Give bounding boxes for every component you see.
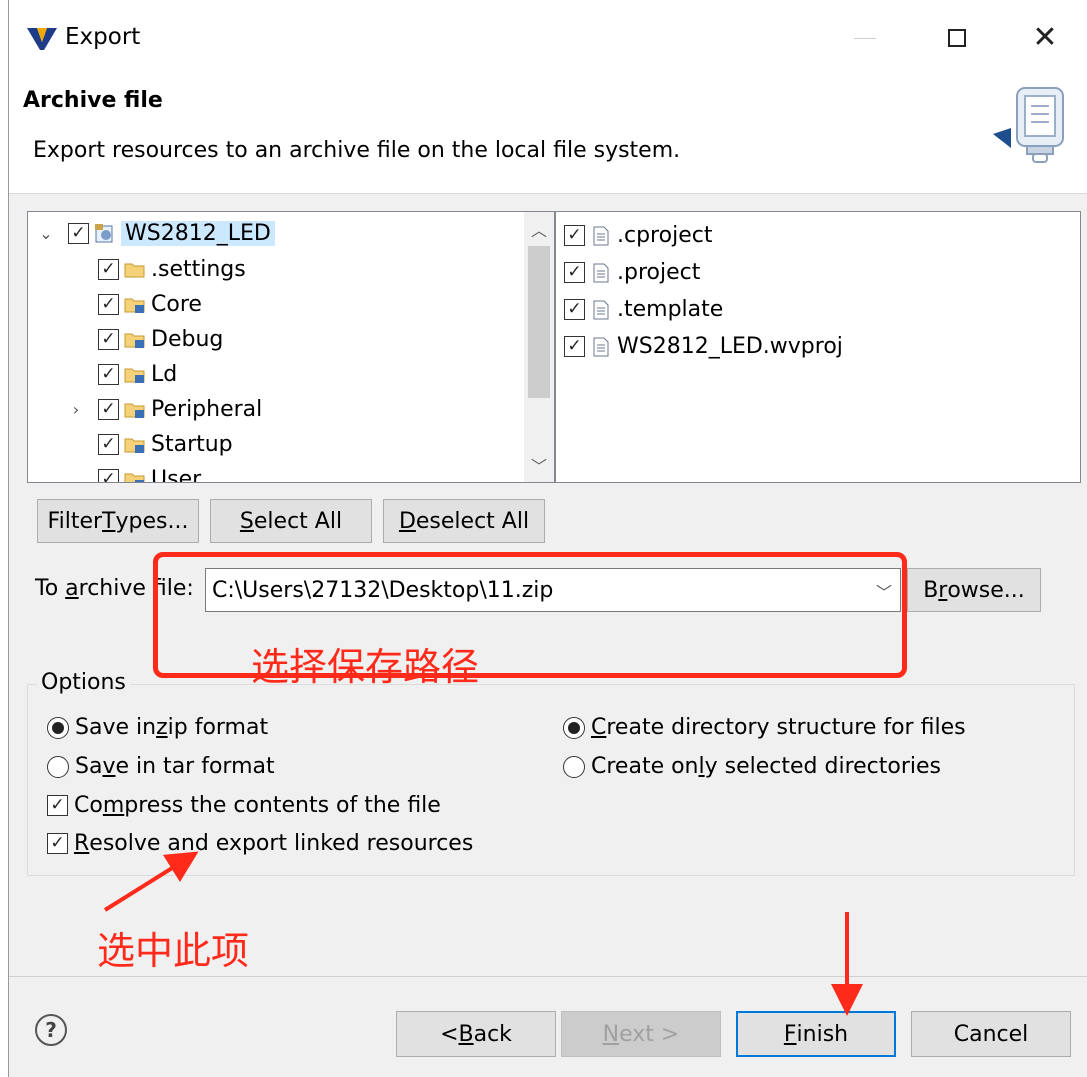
file-label: .cproject (617, 223, 713, 248)
tree-checkbox[interactable]: ✓ (98, 294, 119, 315)
chevron-right-icon[interactable]: › (66, 400, 86, 419)
linked-folder-icon (123, 399, 147, 421)
file-item[interactable]: ✓ .cproject (564, 218, 712, 253)
file-item[interactable]: ✓ .template (564, 292, 723, 327)
footer-separator (9, 976, 1087, 977)
tree-checkbox[interactable]: ✓ (98, 434, 119, 455)
scroll-up-icon[interactable]: ︿ (524, 214, 554, 244)
file-label: WS2812_LED.wvproj (617, 334, 843, 359)
minimize-icon (854, 37, 876, 39)
linked-folder-icon (123, 329, 147, 351)
project-icon (93, 223, 117, 245)
file-checkbox[interactable]: ✓ (564, 225, 585, 246)
finish-button[interactable]: Finish (736, 1011, 896, 1057)
select-all-button[interactable]: Select All (210, 499, 372, 543)
wizard-banner: Archive file Export resources to an arch… (9, 74, 1087, 194)
maximize-button[interactable] (937, 20, 977, 56)
tree-label: Startup (151, 432, 233, 457)
scroll-thumb[interactable] (528, 246, 550, 398)
folder-icon (123, 259, 147, 281)
linked-folder-icon (123, 294, 147, 316)
tree-checkbox[interactable]: ✓ (98, 259, 119, 280)
export-dialog: Export ✕ Archive file Export resources t… (8, 0, 1087, 1077)
file-label: .project (617, 260, 701, 285)
scroll-down-icon[interactable]: ﹀ (524, 450, 554, 480)
tree-item[interactable]: ✓ Core (98, 287, 202, 322)
create-structure-radio[interactable]: Create directory structure for files (563, 715, 966, 740)
app-logo-icon (27, 28, 57, 50)
tree-checkbox[interactable]: ✓ (98, 329, 119, 350)
page-title: Archive file (23, 88, 163, 113)
browse-button[interactable]: Br owse... (907, 568, 1041, 612)
tree-checkbox[interactable]: ✓ (68, 223, 89, 244)
file-list[interactable]: ✓ .cproject ✓ .project ✓ .template ✓ WS2… (555, 211, 1081, 483)
next-button[interactable]: Next > (561, 1011, 721, 1057)
tree-checkbox[interactable]: ✓ (98, 469, 119, 482)
minimize-button[interactable] (845, 20, 885, 56)
tree-checkbox[interactable]: ✓ (98, 364, 119, 385)
tree-label: WS2812_LED (121, 221, 275, 246)
close-button[interactable]: ✕ (1025, 20, 1065, 56)
tree-item[interactable]: ✓ Startup (98, 427, 233, 462)
tree-label: Core (151, 292, 202, 317)
file-checkbox[interactable]: ✓ (564, 299, 585, 320)
save-tar-radio[interactable]: Sa v e in tar format (47, 754, 275, 779)
linked-folder-icon (123, 364, 147, 386)
file-checkbox[interactable]: ✓ (564, 262, 585, 283)
compress-checkbox[interactable]: ✓ Co m press the contents of the file (47, 793, 441, 818)
tree-label: Peripheral (151, 397, 263, 422)
back-button[interactable]: < Back (396, 1011, 556, 1057)
title-bar: Export ✕ (9, 0, 1087, 74)
deselect-all-button[interactable]: Deselect All (383, 499, 545, 543)
select-option-annotation: 选中此项 (97, 929, 250, 973)
tree-item[interactable]: ✓ .settings (98, 252, 246, 287)
file-icon (589, 299, 613, 321)
resolve-linked-checkbox[interactable]: ✓ Resolve and export linked resources (47, 831, 473, 856)
radio-unselected-icon[interactable] (47, 755, 69, 778)
file-icon (589, 262, 613, 284)
file-checkbox[interactable]: ✓ (564, 336, 585, 357)
maximize-icon (948, 29, 966, 47)
radio-selected-icon[interactable] (563, 716, 585, 739)
cancel-button[interactable]: Cancel (911, 1011, 1071, 1057)
radio-unselected-icon[interactable] (563, 755, 585, 778)
file-label: .template (617, 297, 724, 322)
tree-item[interactable]: ✓ Debug (98, 322, 223, 357)
file-item[interactable]: ✓ WS2812_LED.wvproj (564, 329, 843, 364)
filter-types-button[interactable]: Filter Types... (37, 499, 199, 543)
tree-label: Ld (151, 362, 178, 387)
checkbox-checked-icon[interactable]: ✓ (47, 833, 68, 854)
save-zip-radio[interactable]: Save in z ip format (47, 715, 268, 740)
chevron-down-icon[interactable]: ⌄ (36, 224, 56, 243)
file-icon (589, 336, 613, 358)
tree-item[interactable]: ✓ User (98, 462, 202, 483)
choose-path-annotation: 选择保存路径 (251, 645, 480, 689)
export-wizard-icon (993, 87, 1064, 163)
resource-tree[interactable]: ⌄ ✓ WS2812_LED ✓ .settings ✓ Core ✓ Debu… (27, 211, 555, 483)
tree-label: User (151, 467, 202, 483)
file-item[interactable]: ✓ .project (564, 255, 700, 290)
tree-item-project[interactable]: ⌄ ✓ WS2812_LED (36, 216, 275, 251)
linked-folder-icon (123, 434, 147, 456)
tree-label: .settings (151, 257, 246, 282)
tree-label: Debug (151, 327, 224, 352)
help-icon[interactable]: ? (35, 1014, 67, 1046)
tree-item[interactable]: › ✓ Peripheral (66, 392, 262, 427)
radio-selected-icon[interactable] (47, 716, 69, 739)
create-selected-only-radio[interactable]: Create on l y selected directories (563, 754, 941, 779)
linked-folder-icon (123, 469, 147, 482)
options-legend: Options (37, 670, 130, 695)
file-icon (589, 225, 613, 247)
vertical-scrollbar[interactable]: ︿ ﹀ (524, 212, 554, 482)
close-icon: ✕ (1032, 20, 1058, 55)
page-description: Export resources to an archive file on t… (33, 138, 681, 163)
tree-checkbox[interactable]: ✓ (98, 399, 119, 420)
checkbox-checked-icon[interactable]: ✓ (47, 795, 68, 816)
tree-item[interactable]: ✓ Ld (98, 357, 177, 392)
window-title: Export (65, 24, 141, 50)
